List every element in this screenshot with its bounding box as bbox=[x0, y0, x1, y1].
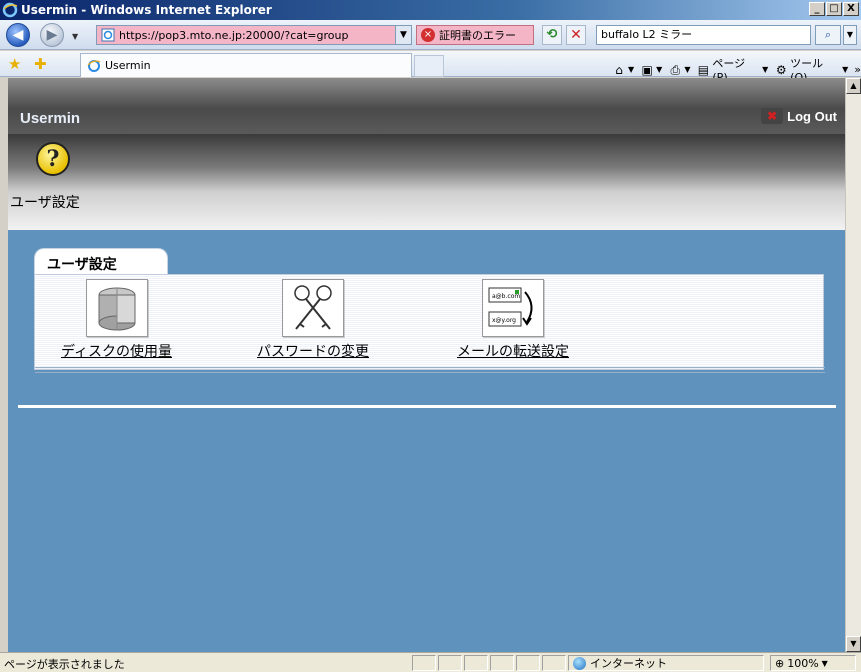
keys-icon bbox=[282, 279, 344, 337]
maximize-button[interactable]: □ bbox=[826, 2, 842, 16]
page-content: Usermin ✖ Log Out ? ユーザ設定 ユーザ設定 ディスクの使用量… bbox=[8, 78, 845, 652]
window-controls: _ □ X bbox=[808, 2, 859, 16]
status-segment bbox=[542, 655, 566, 671]
panel-footer-divider bbox=[35, 367, 825, 373]
zoom-dropdown-icon: ▼ bbox=[821, 658, 828, 668]
chevron-more-icon[interactable]: » bbox=[854, 63, 861, 76]
globe-icon bbox=[573, 656, 586, 670]
logout-icon: ✖ bbox=[761, 108, 784, 124]
refresh-button[interactable]: ⟲ bbox=[542, 25, 562, 45]
shield-error-icon: × bbox=[421, 28, 435, 42]
status-segment bbox=[438, 655, 462, 671]
home-icon: ⌂ bbox=[615, 62, 623, 77]
category-tab: ユーザ設定 bbox=[34, 248, 168, 274]
disk-usage-icon bbox=[85, 279, 148, 337]
ie-logo-icon bbox=[2, 2, 18, 18]
tab-bar: ★ ✚ Usermin ⌂▼ ▣▼ ⎙▼ ▤ページ(P)▼ ⚙ツール(O)▼ » bbox=[0, 51, 861, 84]
module-disk-usage-label[interactable]: ディスクの使用量 bbox=[61, 341, 172, 361]
search-input[interactable]: buffalo L2 ミラー bbox=[596, 25, 811, 45]
scroll-up-button[interactable]: ▲ bbox=[846, 78, 861, 94]
gear-icon: ⚙ bbox=[775, 62, 787, 77]
scroll-down-button[interactable]: ▼ bbox=[846, 636, 861, 652]
module-panel: ディスクの使用量 パスワードの変更 a@b.com x@y.org メールの転送… bbox=[34, 274, 825, 373]
home-button[interactable]: ⌂ ▼ bbox=[612, 63, 634, 77]
section-divider bbox=[18, 405, 836, 408]
usermin-brand: Usermin bbox=[20, 110, 81, 127]
ie-tab-icon bbox=[87, 59, 101, 72]
new-tab-button[interactable] bbox=[414, 55, 444, 77]
mail-forward-icon: a@b.com x@y.org bbox=[482, 279, 544, 337]
feeds-icon: ▣ bbox=[641, 62, 653, 77]
mail-icon-text-1: a@b.com bbox=[492, 293, 520, 300]
vertical-scrollbar[interactable]: ▲ ▼ bbox=[845, 78, 861, 652]
search-options-dropdown[interactable]: ▼ bbox=[843, 25, 857, 45]
zone-label: インターネット bbox=[590, 657, 667, 670]
status-segment bbox=[490, 655, 514, 671]
stop-button[interactable]: ✕ bbox=[566, 25, 586, 45]
status-segment bbox=[464, 655, 488, 671]
usermin-header: Usermin ✖ Log Out bbox=[8, 78, 845, 134]
add-favorites-icon[interactable]: ✚ bbox=[34, 55, 47, 73]
security-zone[interactable]: インターネット bbox=[568, 655, 764, 671]
url-text: https://pop3.mto.ne.jp:20000/?cat=group bbox=[119, 28, 349, 42]
certificate-error-button[interactable]: × 証明書のエラー bbox=[416, 25, 534, 45]
logout-label: Log Out bbox=[787, 108, 837, 124]
certificate-error-label: 証明書のエラー bbox=[439, 29, 516, 42]
mail-icon-text-2: x@y.org bbox=[492, 317, 516, 324]
module-change-password[interactable]: パスワードの変更 bbox=[257, 279, 369, 361]
favorites-star-icon[interactable]: ★ bbox=[8, 55, 21, 73]
status-segment bbox=[412, 655, 436, 671]
page-menu-icon: ▤ bbox=[697, 62, 710, 77]
zoom-icon: ⊕ bbox=[775, 656, 785, 670]
page-icon bbox=[101, 28, 115, 42]
address-toolbar: ◀ ▶ ▼ https://pop3.mto.ne.jp:20000/?cat=… bbox=[0, 20, 861, 50]
module-mail-forward-label[interactable]: メールの転送設定 bbox=[457, 341, 569, 361]
logout-link[interactable]: ✖ Log Out bbox=[761, 108, 837, 124]
feeds-button[interactable]: ▣ ▼ bbox=[640, 63, 662, 77]
module-mail-forward[interactable]: a@b.com x@y.org メールの転送設定 bbox=[457, 279, 569, 361]
zoom-control[interactable]: ⊕ 100% ▼ bbox=[770, 655, 856, 671]
status-bar: ページが表示されました インターネット ⊕ 100% ▼ bbox=[0, 652, 861, 672]
search-button[interactable]: ⌕ bbox=[815, 25, 841, 45]
back-button[interactable]: ◀ bbox=[6, 23, 30, 47]
window-titlebar: Usermin - Windows Internet Explorer _ □ … bbox=[0, 0, 861, 20]
recent-pages-dropdown[interactable]: ▼ bbox=[72, 32, 78, 41]
category-banner: ? bbox=[8, 134, 845, 230]
address-dropdown-button[interactable]: ▼ bbox=[396, 25, 412, 45]
zoom-level: 100% bbox=[787, 656, 819, 670]
forward-button[interactable]: ▶ bbox=[40, 23, 64, 47]
tab-label: Usermin bbox=[105, 59, 151, 72]
status-text: ページが表示されました bbox=[4, 658, 125, 671]
user-settings-help-icon[interactable]: ? bbox=[36, 142, 70, 176]
minimize-button[interactable]: _ bbox=[809, 2, 825, 16]
module-disk-usage[interactable]: ディスクの使用量 bbox=[61, 279, 172, 361]
banner-category-label[interactable]: ユーザ設定 bbox=[10, 192, 80, 212]
close-button[interactable]: X bbox=[843, 2, 859, 16]
address-bar[interactable]: https://pop3.mto.ne.jp:20000/?cat=group bbox=[96, 25, 396, 45]
print-button[interactable]: ⎙ ▼ bbox=[668, 62, 691, 77]
status-segment bbox=[516, 655, 540, 671]
printer-icon: ⎙ bbox=[670, 62, 681, 77]
tab-usermin[interactable]: Usermin bbox=[80, 53, 412, 77]
module-change-password-label[interactable]: パスワードの変更 bbox=[257, 341, 369, 361]
window-title: Usermin - Windows Internet Explorer bbox=[21, 3, 272, 17]
